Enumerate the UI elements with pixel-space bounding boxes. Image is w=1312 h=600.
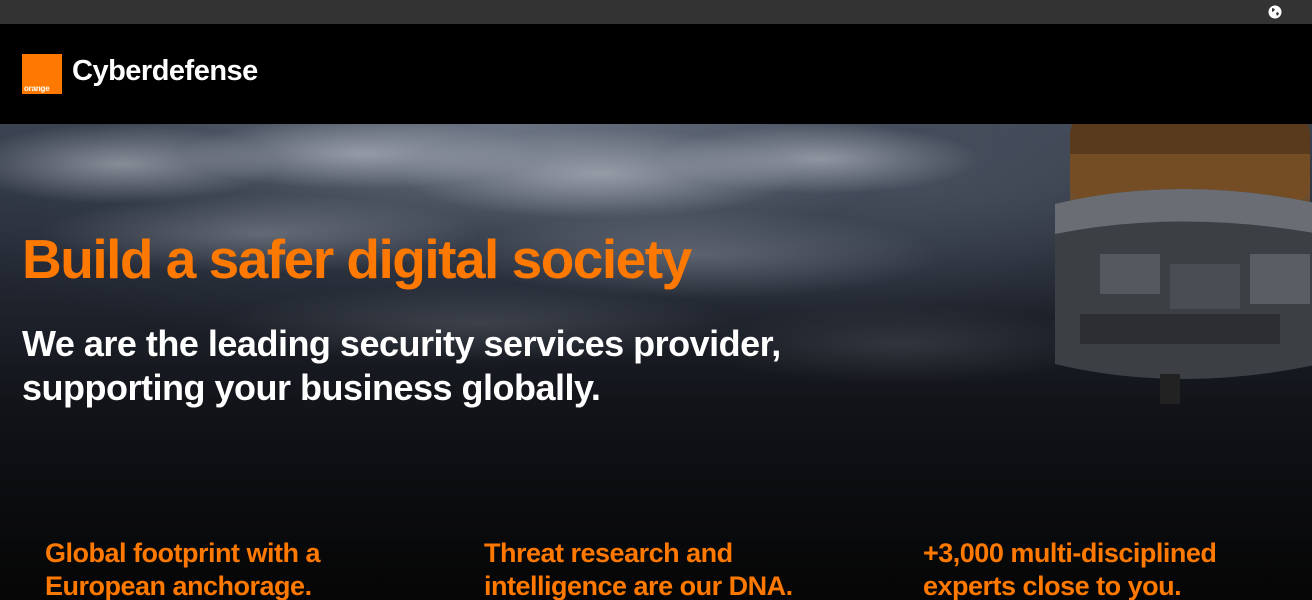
satellite-image <box>1055 124 1312 404</box>
feature-global-footprint: Global footprint with a European anchora… <box>45 537 445 600</box>
globe-icon[interactable] <box>1268 5 1282 19</box>
feature-line: Threat research and <box>484 538 733 568</box>
feature-line: European anchorage. <box>45 571 312 600</box>
orange-logo[interactable]: orange <box>22 54 62 94</box>
site-header: orange Cyberdefense <box>0 24 1312 124</box>
top-utility-bar <box>0 0 1312 24</box>
hero-subtitle: We are the leading security services pro… <box>22 322 902 410</box>
hero-section: Build a safer digital society We are the… <box>0 124 1312 600</box>
hero-title: Build a safer digital society <box>22 228 692 290</box>
feature-line: +3,000 multi-disciplined <box>923 538 1217 568</box>
feature-threat-research: Threat research and intelligence are our… <box>484 537 884 600</box>
feature-line: Global footprint with a <box>45 538 320 568</box>
feature-experts: +3,000 multi-disciplined experts close t… <box>923 537 1312 600</box>
feature-line: experts close to you. <box>923 571 1182 600</box>
brand-name[interactable]: Cyberdefense <box>72 55 258 88</box>
logo-text: orange <box>24 84 50 93</box>
hero-subtitle-line: supporting your business globally. <box>22 367 601 408</box>
hero-subtitle-line: We are the leading security services pro… <box>22 323 781 364</box>
feature-line: intelligence are our DNA. <box>484 571 793 600</box>
